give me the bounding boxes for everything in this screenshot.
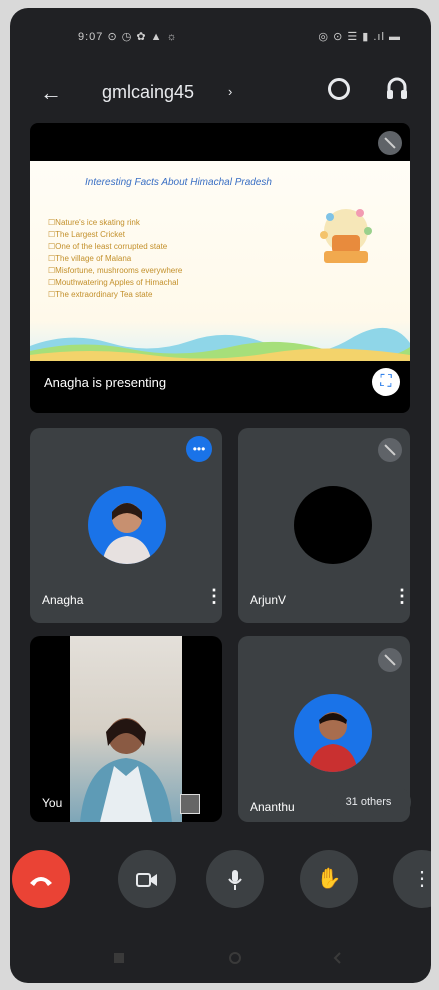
mic-off-icon [378, 648, 402, 672]
status-bar: 9:07 ⊙ ◷ ✿ ▲ ☼ ◎ ⊙ ☰ ▮ .ıl ▬ [10, 8, 431, 68]
fullscreen-icon[interactable]: ⛶ [372, 368, 400, 396]
participant-name: Ananthu [250, 800, 295, 814]
avatar [294, 486, 372, 564]
status-time: 9:07 ⊙ ◷ ✿ ▲ ☼ [78, 31, 178, 43]
slide-title: Interesting Facts About Himachal Pradesh [85, 177, 272, 188]
participant-name: ArjunV [250, 593, 287, 607]
avatar [294, 694, 372, 772]
participant-name: You [42, 796, 63, 810]
participant-name: Anagha [42, 593, 84, 607]
slide-item: One of the least corrupted state [48, 241, 182, 253]
end-call-button[interactable] [12, 850, 70, 908]
slide-item: The Largest Cricket [48, 229, 182, 241]
participant-tile-anagha[interactable]: ••• Anagha ⋮ [30, 428, 222, 623]
chevron-right-icon[interactable]: › [228, 84, 232, 99]
system-nav-bar [10, 933, 431, 983]
camera-toggle-button[interactable] [118, 850, 176, 908]
headphones-icon[interactable] [386, 76, 408, 102]
participant-tile-arjunv[interactable]: ArjunV ⋮ [238, 428, 410, 623]
phone-screen: 9:07 ⊙ ◷ ✿ ▲ ☼ ◎ ⊙ ☰ ▮ .ıl ▬ ← gmlcaing4… [10, 8, 431, 983]
slide-waves [30, 327, 410, 361]
self-camera-feed [70, 636, 182, 822]
presentation-tile[interactable]: Interesting Facts About Himachal Pradesh… [30, 123, 410, 413]
slide-item: The extraordinary Tea state [48, 289, 182, 301]
meeting-header: ← gmlcaing45 › [10, 68, 431, 118]
back-arrow-icon[interactable]: ← [40, 80, 62, 106]
mic-off-icon [378, 131, 402, 155]
speaking-icon: ••• [186, 436, 212, 462]
more-options-button[interactable]: ⋮ [393, 850, 431, 908]
mic-toggle-button[interactable] [206, 850, 264, 908]
slide-illustration [320, 209, 372, 263]
avatar [88, 486, 166, 564]
more-options-icon[interactable]: ⋮ [393, 586, 410, 607]
slide-list: Nature's ice skating rink The Largest Cr… [48, 217, 182, 301]
presenting-label: Anagha is presenting [44, 375, 167, 390]
meeting-title[interactable]: gmlcaing45 [102, 82, 194, 103]
slide-item: Misfortune, mushrooms everywhere [48, 265, 182, 277]
slide-item: Mouthwatering Apples of Himachal [48, 277, 182, 289]
shared-slide: Interesting Facts About Himachal Pradesh… [30, 161, 410, 361]
self-view-tile[interactable]: You [30, 636, 222, 822]
self-view-icon[interactable] [180, 794, 200, 814]
more-options-icon[interactable]: ⋮ [205, 586, 222, 607]
slide-item: Nature's ice skating rink [48, 217, 182, 229]
mic-off-icon [378, 438, 402, 462]
others-chip[interactable]: 31 others [326, 786, 411, 818]
slide-item: The village of Malana [48, 253, 182, 265]
switch-camera-icon[interactable] [328, 78, 350, 100]
status-icons: ◎ ⊙ ☰ ▮ .ıl ▬ [318, 31, 401, 43]
raise-hand-button[interactable]: ✋ [300, 850, 358, 908]
